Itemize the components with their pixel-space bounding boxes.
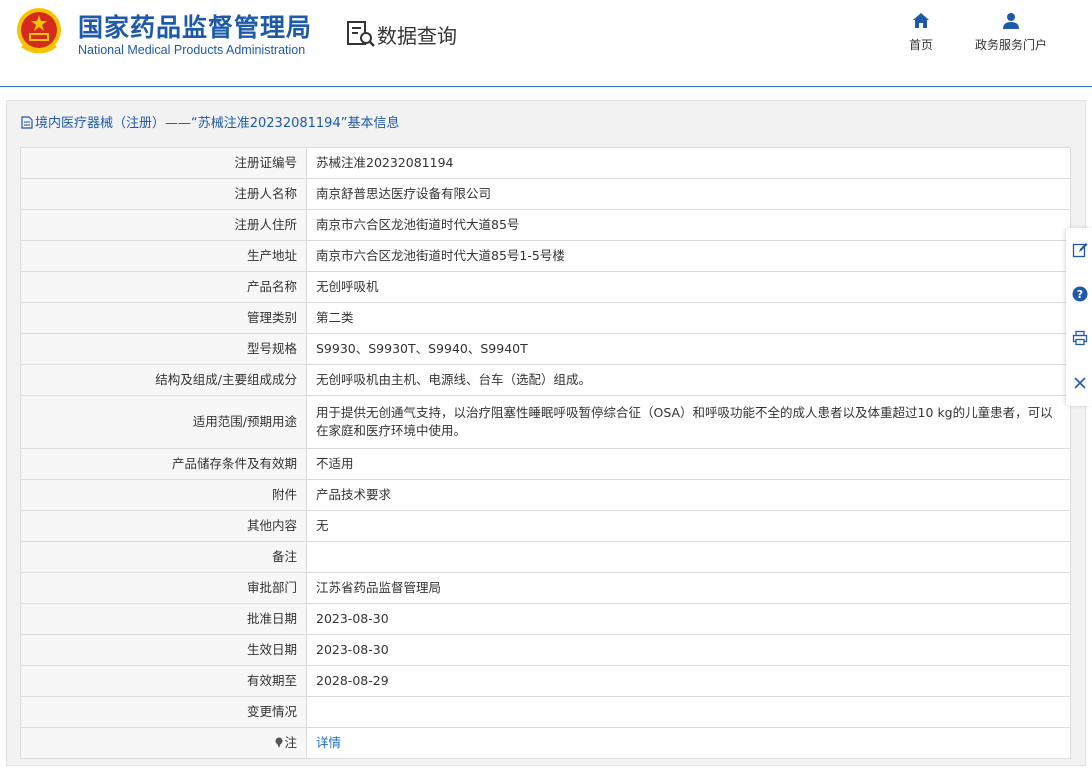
table-row: 生产地址 南京市六合区龙池街道时代大道85号1-5号楼	[20, 240, 1071, 272]
site-header: 国家药品监督管理局 National Medical Products Admi…	[0, 0, 1092, 87]
document-icon	[21, 116, 33, 129]
edit-icon[interactable]	[1072, 242, 1088, 258]
nav-home-label: 首页	[908, 38, 933, 52]
row-value: S9930、S9930T、S9940、S9940T	[306, 333, 1071, 365]
row-value: 南京市六合区龙池街道时代大道85号1-5号楼	[306, 240, 1071, 272]
row-label: 审批部门	[20, 572, 307, 604]
row-value: 南京市六合区龙池街道时代大道85号	[306, 209, 1071, 241]
row-label: 结构及组成/主要组成成分	[20, 364, 307, 396]
device-info-table: 注册证编号 苏械注准20232081194 注册人名称 南京舒普思达医疗设备有限…	[20, 147, 1071, 759]
note-value-cell: 详情	[306, 727, 1071, 759]
row-label: 生产地址	[20, 240, 307, 272]
row-value: 无创呼吸机	[306, 271, 1071, 303]
row-label: 管理类别	[20, 302, 307, 334]
row-label: 适用范围/预期用途	[20, 395, 307, 449]
row-label: 变更情况	[20, 696, 307, 728]
close-icon[interactable]	[1072, 375, 1088, 391]
nav-home[interactable]: 首页	[902, 12, 940, 53]
table-row: 审批部门 江苏省药品监督管理局	[20, 572, 1071, 604]
pin-icon	[275, 737, 283, 748]
row-value: 不适用	[306, 448, 1071, 480]
row-value: 2023-08-30	[306, 634, 1071, 666]
row-value	[306, 696, 1071, 728]
table-row: 适用范围/预期用途 用于提供无创通气支持，以治疗阻塞性睡眠呼吸暂停综合征（OSA…	[20, 395, 1071, 449]
note-label-cell: 注	[20, 727, 307, 759]
table-row: 管理类别 第二类	[20, 302, 1071, 334]
nav-service-portal[interactable]: 政务服务门户	[966, 12, 1056, 53]
table-row: 生效日期 2023-08-30	[20, 634, 1071, 666]
table-row: 注册人住所 南京市六合区龙池街道时代大道85号	[20, 209, 1071, 241]
row-value	[306, 541, 1071, 573]
detail-panel: 境内医疗器械（注册）——“苏械注准20232081194”基本信息 注册证编号 …	[6, 100, 1086, 766]
table-row: 型号规格 S9930、S9930T、S9940、S9940T	[20, 333, 1071, 365]
row-label: 有效期至	[20, 665, 307, 697]
floating-toolbar: ?	[1066, 228, 1092, 406]
row-value: 用于提供无创通气支持，以治疗阻塞性睡眠呼吸暂停综合征（OSA）和呼吸功能不全的成…	[306, 395, 1071, 449]
row-value: 苏械注准20232081194	[306, 147, 1071, 179]
panel-title-text: 境内医疗器械（注册）——“苏械注准20232081194”基本信息	[35, 116, 400, 131]
row-label: 备注	[20, 541, 307, 573]
table-row: 备注	[20, 541, 1071, 573]
agency-name-en: National Medical Products Administration	[78, 43, 306, 57]
row-label: 型号规格	[20, 333, 307, 365]
data-query-icon	[347, 21, 375, 47]
row-label: 产品储存条件及有效期	[20, 448, 307, 480]
row-value: 2023-08-30	[306, 603, 1071, 635]
row-value: 无创呼吸机由主机、电源线、台车（选配）组成。	[306, 364, 1071, 396]
agency-name-cn: 国家药品监督管理局	[78, 13, 313, 42]
row-label: 批准日期	[20, 603, 307, 635]
row-value: 2028-08-29	[306, 665, 1071, 697]
row-label: 产品名称	[20, 271, 307, 303]
row-label: 注册人住所	[20, 209, 307, 241]
row-label: 注册人名称	[20, 178, 307, 210]
table-row: 变更情况	[20, 696, 1071, 728]
national-emblem-icon	[17, 8, 61, 54]
home-icon	[913, 13, 929, 28]
table-row: 结构及组成/主要组成成分 无创呼吸机由主机、电源线、台车（选配）组成。	[20, 364, 1071, 396]
table-row: 其他内容 无	[20, 510, 1071, 542]
row-value: 江苏省药品监督管理局	[306, 572, 1071, 604]
row-label: 注	[284, 735, 297, 750]
help-icon[interactable]: ?	[1072, 286, 1088, 302]
row-value: 第二类	[306, 302, 1071, 334]
table-row: 产品储存条件及有效期 不适用	[20, 448, 1071, 480]
table-row: 有效期至 2028-08-29	[20, 665, 1071, 697]
nav-portal-label: 政务服务门户	[974, 38, 1047, 52]
row-value: 南京舒普思达医疗设备有限公司	[306, 178, 1071, 210]
user-icon	[1003, 13, 1019, 29]
print-icon[interactable]	[1072, 330, 1088, 346]
row-label: 附件	[20, 479, 307, 511]
table-row: 注册证编号 苏械注准20232081194	[20, 147, 1071, 179]
table-row: 批准日期 2023-08-30	[20, 603, 1071, 635]
section-title: 数据查询	[377, 24, 457, 48]
table-row: 产品名称 无创呼吸机	[20, 271, 1071, 303]
table-row: 注 详情	[20, 727, 1071, 759]
row-value: 产品技术要求	[306, 479, 1071, 511]
table-row: 附件 产品技术要求	[20, 479, 1071, 511]
table-row: 注册人名称 南京舒普思达医疗设备有限公司	[20, 178, 1071, 210]
details-link[interactable]: 详情	[316, 735, 341, 750]
row-label: 注册证编号	[20, 147, 307, 179]
svg-text:?: ?	[1077, 288, 1083, 301]
row-value: 无	[306, 510, 1071, 542]
row-label: 其他内容	[20, 510, 307, 542]
panel-title: 境内医疗器械（注册）——“苏械注准20232081194”基本信息	[21, 112, 399, 131]
row-label: 生效日期	[20, 634, 307, 666]
